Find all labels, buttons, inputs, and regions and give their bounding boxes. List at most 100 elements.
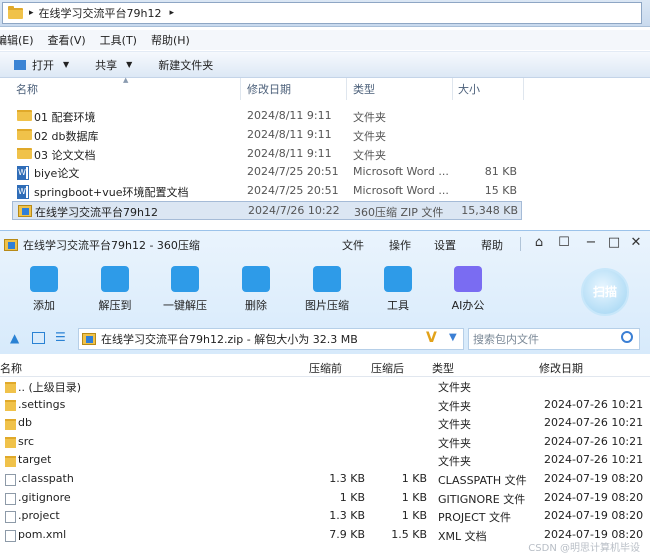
file-size: 15 KB (484, 184, 517, 198)
file-name: biye论文 (34, 167, 80, 181)
breadcrumb-item[interactable]: 在线学习交流平台79h12 (39, 5, 162, 21)
zip-menu-settings[interactable]: 设置 (434, 237, 456, 253)
search-icon[interactable] (621, 331, 633, 343)
v-logo-icon[interactable]: V (426, 330, 437, 346)
tool-one-click-extract-button[interactable]: 一键解压 (150, 266, 220, 313)
column-name[interactable]: 名称 (16, 81, 38, 99)
breadcrumb-separator-icon[interactable]: ▸ (29, 8, 34, 18)
tool-image-compress-button[interactable]: 图片压缩 (292, 266, 362, 313)
zip-entry-row[interactable]: src 文件夹 2024-07-26 10:21 (0, 434, 650, 452)
zip-window-title: 在线学习交流平台79h12 - 360压缩 (23, 239, 200, 252)
zip-column-name[interactable]: 名称 (0, 360, 22, 376)
zip-entry-row[interactable]: .classpath 1.3 KB 1 KB CLASSPATH 文件 2024-07-… (0, 471, 650, 489)
file-type: 文件夹 (353, 111, 386, 124)
file-row[interactable]: biye论文 2024/7/25 20:51 Microsoft Word ... 8… (12, 163, 522, 182)
file-icon (5, 492, 16, 505)
entry-modified: 2024-07-26 10:21 (544, 397, 644, 411)
zip-menu-operate[interactable]: 操作 (389, 237, 411, 253)
entry-packed: 1 KB (401, 472, 427, 485)
file-row[interactable]: 01 配套环境 2024/8/11 9:11 文件夹 (12, 107, 522, 126)
view-icon[interactable] (32, 332, 45, 344)
column-divider (523, 78, 524, 100)
delete-icon (242, 266, 270, 292)
tool-label: 工具 (387, 299, 409, 312)
zip-path-box[interactable]: 在线学习交流平台79h12.zip - 解包大小为 32.3 MB V ▼ (78, 328, 464, 350)
file-row[interactable]: 02 db数据库 2024/8/11 9:11 文件夹 (12, 126, 522, 145)
tool-ai-office-button[interactable]: AI办公 (433, 266, 503, 313)
zip-entry-row[interactable]: .gitignore 1 KB 1 KB GITIGNORE 文件 2024-07-19… (0, 490, 650, 508)
minimize-icon[interactable]: − (583, 235, 599, 251)
entry-type: GITIGNORE 文件 (438, 492, 526, 506)
zip-menu-help[interactable]: 帮助 (481, 237, 503, 253)
tool-extract-to-button[interactable]: 解压到 (80, 266, 150, 313)
address-box[interactable]: ▸ 在线学习交流平台79h12 ▸ (2, 2, 642, 24)
tool-label: AI办公 (451, 299, 485, 312)
entry-modified: 2024-07-19 08:20 (544, 509, 644, 523)
menu-tools[interactable]: 工具(T) (100, 32, 137, 48)
zip-entry-row[interactable]: .. (上级目录) 文件夹 (0, 378, 650, 396)
share-button[interactable]: 共享 ▼ (95, 57, 132, 73)
entry-type: 文件夹 (438, 381, 471, 394)
new-folder-button[interactable]: 新建文件夹 (158, 57, 213, 73)
zip-column-type[interactable]: 类型 (432, 360, 454, 376)
close-icon[interactable]: ✕ (628, 235, 644, 251)
file-name: springboot+vue环境配置文档 (34, 186, 189, 200)
zip-column-header: 名称 压缩前 压缩后 类型 修改日期 (0, 359, 650, 377)
tool-tools-button[interactable]: 工具 (363, 266, 433, 313)
column-size[interactable]: 大小 (458, 81, 480, 99)
entry-compressed: 1.3 KB (329, 509, 365, 523)
entry-modified: 2024-07-26 10:21 (544, 434, 644, 448)
image-compress-icon (313, 266, 341, 292)
chevron-down-icon[interactable]: ▼ (449, 332, 457, 343)
file-row[interactable]: 03 论文文档 2024/8/11 9:11 文件夹 (12, 145, 522, 164)
file-size: 15,348 KB (461, 204, 518, 217)
zip-menu-file[interactable]: 文件 (342, 237, 364, 253)
entry-type: 文件夹 (438, 436, 471, 450)
feedback-icon[interactable]: ☐ (556, 235, 572, 251)
menu-help[interactable]: 帮助(H) (151, 32, 190, 48)
zip-column-modified[interactable]: 修改日期 (539, 360, 583, 376)
file-row[interactable]: springboot+vue环境配置文档 2024/7/25 20:51 Micro… (12, 182, 522, 201)
folder-icon (17, 110, 32, 121)
entry-packed: 1 KB (401, 490, 427, 504)
tool-label: 删除 (245, 299, 267, 312)
entry-compressed: 7.9 KB (329, 527, 365, 541)
add-icon (30, 266, 58, 292)
column-modified[interactable]: 修改日期 (247, 81, 291, 99)
column-type[interactable]: 类型 (353, 81, 375, 99)
maximize-icon[interactable]: □ (606, 235, 622, 251)
zip-path-bar: ▲ ☰ 在线学习交流平台79h12.zip - 解包大小为 32.3 MB V … (0, 326, 650, 354)
zip-entry-row[interactable]: .project 1.3 KB 1 KB PROJECT 文件 2024-07-19 0… (0, 508, 650, 526)
breadcrumb-chevron-icon[interactable]: ▸ (170, 8, 175, 18)
zip-search-input[interactable]: 搜索包内文件 (468, 328, 640, 350)
list-view-icon[interactable]: ☰ (55, 330, 66, 344)
file-row[interactable]: 在线学习交流平台79h12 2024/7/26 10:22 360压缩 ZIP 文件… (12, 201, 522, 220)
entry-modified: 2024-07-26 10:21 (544, 416, 644, 430)
zip-entry-row[interactable]: target 文件夹 2024-07-26 10:21 (0, 452, 650, 470)
zip-entry-row[interactable]: .settings 文件夹 2024-07-26 10:21 (0, 397, 650, 415)
file-name: 03 论文文档 (34, 148, 96, 162)
column-divider (346, 78, 347, 100)
entry-type: 文件夹 (438, 399, 471, 413)
open-button[interactable]: 打开 ▼ (14, 57, 69, 73)
zip-entry-row[interactable]: db 文件夹 2024-07-26 10:21 (0, 415, 650, 433)
file-type: 文件夹 (353, 148, 386, 162)
file-icon (5, 529, 16, 542)
file-name: 01 配套环境 (34, 111, 96, 124)
entry-modified: 2024-07-19 08:20 (544, 472, 644, 485)
up-arrow-icon[interactable]: ▲ (10, 331, 19, 345)
scan-button[interactable]: 扫描 (581, 268, 629, 316)
menu-edit[interactable]: 编辑(E) (0, 32, 34, 48)
zip-title-bar: 在线学习交流平台79h12 - 360压缩 (4, 237, 200, 253)
zip-column-packed[interactable]: 压缩后 (371, 360, 404, 376)
tool-delete-button[interactable]: 删除 (221, 266, 291, 313)
tool-add-button[interactable]: 添加 (9, 266, 79, 313)
word-doc-icon (17, 166, 29, 181)
folder-icon (5, 437, 16, 449)
zip-icon (18, 205, 32, 217)
entry-name: pom.xml (18, 527, 67, 541)
menu-view[interactable]: 查看(V) (48, 32, 86, 48)
zip-column-compressed[interactable]: 压缩前 (309, 360, 342, 376)
file-name: 02 db数据库 (34, 129, 99, 143)
skin-icon[interactable]: ⌂ (531, 235, 547, 251)
